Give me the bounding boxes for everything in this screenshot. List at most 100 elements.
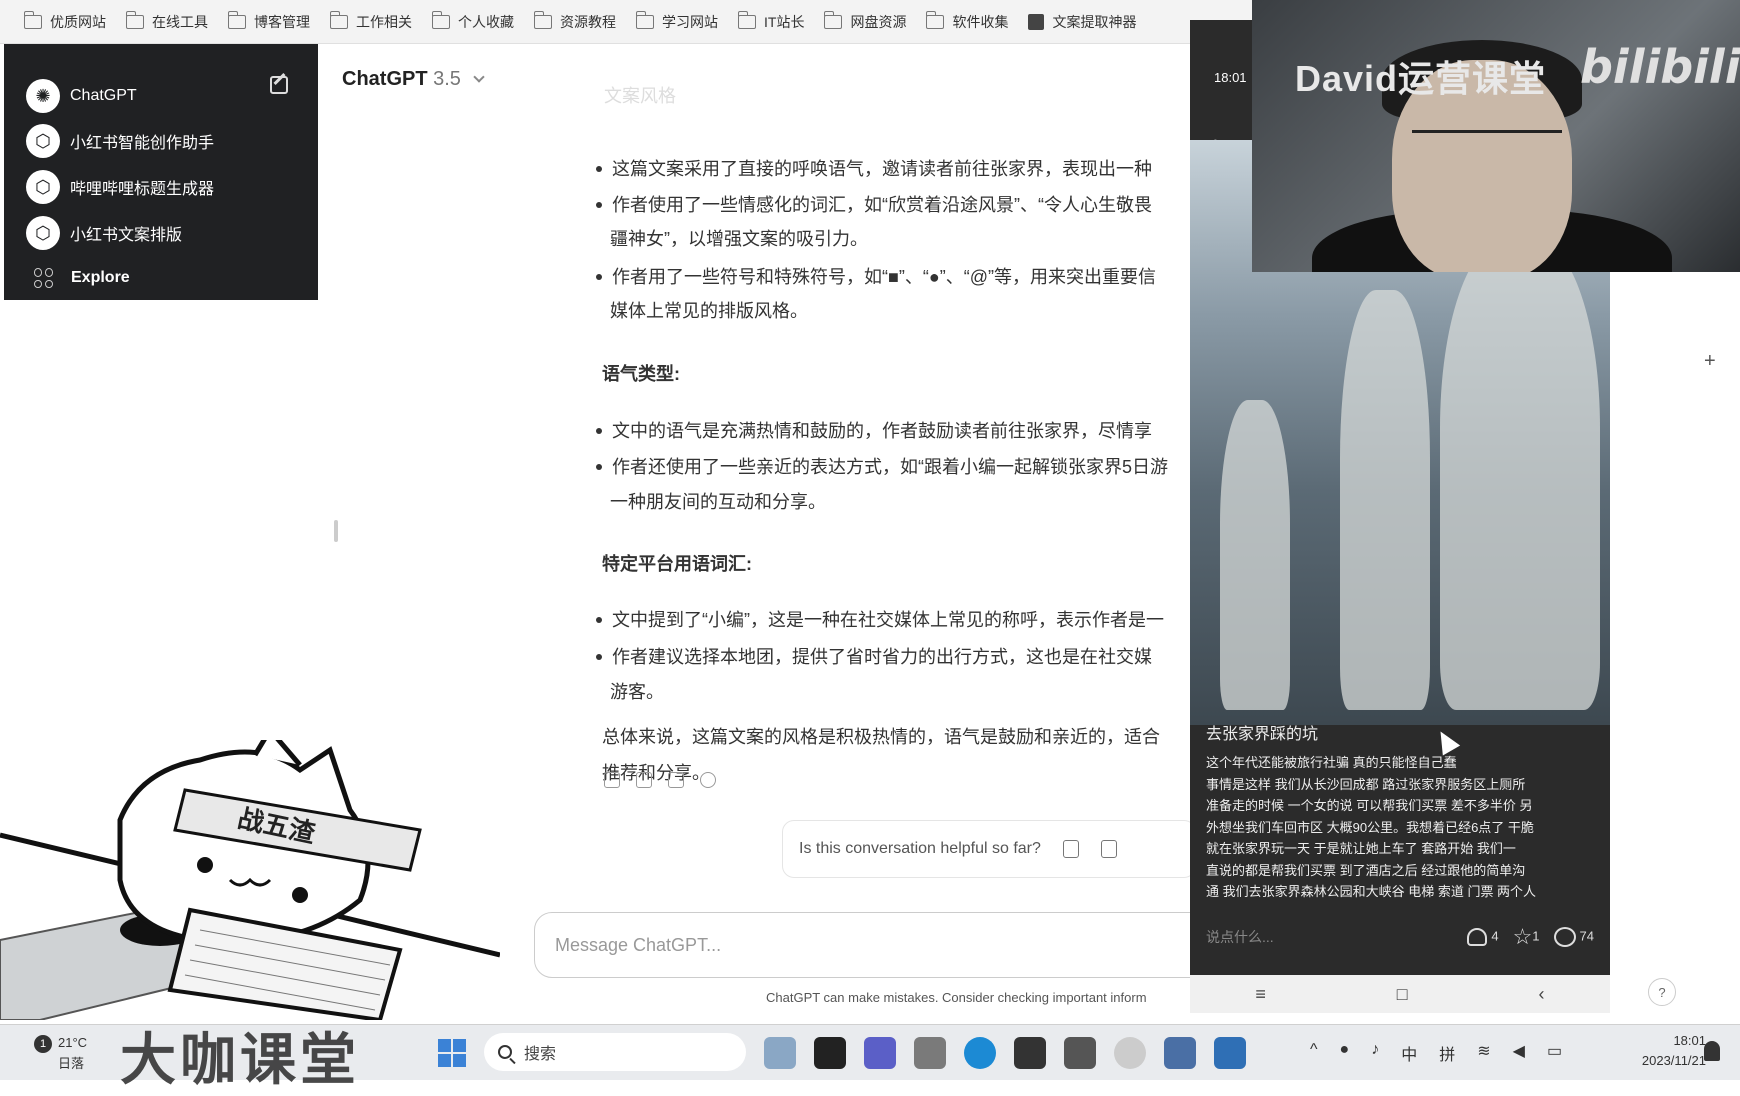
tray-app-icon[interactable]: ● [1340, 1041, 1350, 1065]
teams-icon[interactable] [864, 1037, 896, 1069]
battery-icon[interactable]: ▭ [1547, 1041, 1562, 1065]
bookmark-label: 个人收藏 [458, 13, 514, 30]
sidebar-item-explore[interactable]: Explore [26, 260, 130, 296]
volume-icon[interactable]: ◀ [1513, 1041, 1525, 1065]
taskbar-search[interactable]: 搜索 [484, 1033, 746, 1071]
post-line: 就在张家界玩一天 于是就让她上车了 套路开始 我们一 [1206, 841, 1516, 856]
post-line: 直说的都是帮我们买票 到了酒店之后 经过跟他的简单沟 [1206, 862, 1526, 878]
thumbs-down-icon[interactable] [668, 772, 684, 788]
assistant-message: 文案风格 这篇文案采用了直接的呼唤语气，邀请读者前往张家界，表现出一种 作者使用… [594, 70, 1194, 790]
bookmark-item[interactable]: 工作相关 [320, 8, 422, 36]
model-selector[interactable]: ChatGPT 3.5 [342, 68, 485, 91]
bilibili-logo: bilibili [1580, 40, 1740, 94]
edge-icon[interactable] [964, 1037, 996, 1069]
favorite-button[interactable]: ☆1 [1513, 924, 1540, 950]
bookmark-item[interactable]: 个人收藏 [422, 8, 524, 36]
phone-nav-bar: ≡ □ ‹ [1190, 975, 1610, 1013]
thumbs-down-icon[interactable] [1100, 840, 1117, 858]
thumbs-up-icon[interactable] [1062, 840, 1079, 858]
bookmark-item[interactable]: 文案提取神器 [1018, 8, 1146, 36]
thumbs-up-icon[interactable] [636, 772, 652, 788]
cat-sticker: 战五渣 [0, 740, 500, 1020]
sidebar-item-chatgpt[interactable]: ✺ ChatGPT [26, 78, 137, 114]
copy-icon[interactable] [604, 772, 620, 788]
bookmark-item[interactable]: 优质网站 [14, 8, 116, 36]
store-icon[interactable] [1014, 1037, 1046, 1069]
post-line: 这个年代还能被旅行社骗 真的只能怪自己蠢 [1206, 755, 1457, 770]
bookmark-label: 优质网站 [50, 13, 106, 30]
feedback-prompt: Is this conversation helpful so far? [782, 820, 1196, 878]
gpt-cube-icon: ⬡ [26, 170, 60, 204]
sidebar-resize-handle[interactable] [334, 520, 338, 542]
bookmark-label: 学习网站 [662, 13, 718, 30]
list-item: 文中的语气是充满热情和鼓励的，作者鼓励读者前往张家界，尽情享 [594, 414, 1152, 448]
bookmark-item[interactable]: 学习网站 [626, 8, 728, 36]
message-actions [604, 772, 716, 788]
new-chat-edit-icon[interactable] [270, 76, 288, 94]
sidebar-item-label: 哔哩哔哩标题生成器 [70, 181, 215, 198]
message-input[interactable]: Message ChatGPT... [534, 912, 1214, 978]
bookmark-label: IT站长 [764, 13, 805, 30]
list-item: 作者用了一些符号和特殊符号，如“■”、“●”、“@”等，用来突出重要信 [594, 260, 1156, 294]
clock[interactable]: 18:01 2023/11/21 [1610, 1031, 1706, 1071]
comment-button[interactable]: 74 [1553, 927, 1594, 947]
bookmark-item[interactable]: 博客管理 [218, 8, 320, 36]
brand-watermark: 大咖课堂 [120, 1027, 360, 1093]
folder-icon [23, 10, 42, 29]
bookmark-label: 软件收集 [952, 13, 1009, 30]
app-icon[interactable] [914, 1037, 946, 1069]
comment-bubble-icon [1553, 927, 1576, 947]
app-icon[interactable] [1214, 1037, 1246, 1069]
bookmark-item[interactable]: IT站长 [728, 8, 814, 36]
phone-link-icon[interactable] [1164, 1037, 1196, 1069]
sidebar-item-label: 小红书智能创作助手 [70, 135, 215, 152]
weather-temp: 21°C [58, 1035, 88, 1050]
sidebar-item-xiaohongshu-assistant[interactable]: ⬡ 小红书智能创作助手 [26, 123, 214, 159]
bookmark-item[interactable]: 网盘资源 [814, 8, 916, 36]
list-item-continuation: 一种朋友间的互动和分享。 [610, 492, 826, 512]
wifi-icon[interactable]: ≋ [1477, 1041, 1490, 1065]
menu-icon[interactable]: ≡ [1255, 984, 1266, 1005]
list-item-continuation: 疆神女”，以增强文案的吸引力。 [610, 229, 868, 249]
folder-icon [635, 10, 654, 29]
chevron-up-icon[interactable]: ^ [1310, 1041, 1318, 1065]
bookmark-item[interactable]: 在线工具 [116, 8, 218, 36]
back-icon[interactable]: ‹ [1539, 984, 1545, 1005]
add-icon[interactable]: + [1704, 350, 1716, 373]
list-item-continuation: 游客。 [610, 682, 664, 702]
ime-mode[interactable]: 中 [1401, 1041, 1417, 1065]
sidebar-item-xiaohongshu-layout[interactable]: ⬡ 小红书文案排版 [26, 215, 182, 251]
app-icon[interactable] [764, 1037, 796, 1069]
regenerate-icon[interactable] [700, 772, 716, 788]
comment-input[interactable]: 说点什么... [1206, 927, 1274, 947]
bookmark-item[interactable]: 软件收集 [916, 8, 1018, 36]
list-item: 文中提到了“小编”，这是一种在社交媒体上常见的称呼，表示作者是一 [594, 603, 1164, 637]
clock-time: 18:01 [1673, 1033, 1706, 1048]
bookmark-label: 文案提取神器 [1052, 13, 1137, 30]
gpt-cube-icon: ⬡ [26, 124, 60, 158]
phone-status-time: 18:01 [1214, 70, 1247, 85]
sidebar-item-bilibili-title[interactable]: ⬡ 哔哩哔哩标题生成器 [26, 169, 214, 205]
weather-badge: 1 [34, 1035, 52, 1053]
taskbar: 1 21°C 日落 大咖课堂 搜索 ^ ● ♪ 中 拼 ≋ ◀ ▭ 18:01 … [0, 1024, 1740, 1093]
help-button[interactable]: ? [1648, 978, 1676, 1006]
folder-icon [925, 10, 945, 29]
bookmark-item[interactable]: 资源教程 [524, 8, 626, 36]
notification-bell-icon[interactable] [1704, 1041, 1720, 1061]
ime-mode-2[interactable]: 拼 [1439, 1041, 1455, 1065]
home-square-icon[interactable]: □ [1397, 984, 1408, 1005]
microphone-icon[interactable]: ♪ [1371, 1041, 1379, 1065]
like-button[interactable]: 4 [1467, 928, 1499, 946]
feedback-question: Is this conversation helpful so far? [799, 840, 1041, 857]
notepad-icon[interactable] [1064, 1037, 1096, 1069]
cat-eye [197, 857, 213, 873]
star-icon: ☆ [1512, 924, 1533, 949]
clock-date: 2023/11/21 [1641, 1053, 1706, 1068]
sidebar-item-label: Explore [71, 269, 130, 286]
windows-start-icon[interactable] [438, 1039, 466, 1067]
bookmark-label: 在线工具 [152, 13, 208, 30]
app-icon[interactable] [1114, 1037, 1146, 1069]
heart-icon [1467, 928, 1488, 946]
system-tray: ^ ● ♪ 中 拼 ≋ ◀ ▭ [1310, 1041, 1562, 1065]
app-icon[interactable] [814, 1037, 846, 1069]
